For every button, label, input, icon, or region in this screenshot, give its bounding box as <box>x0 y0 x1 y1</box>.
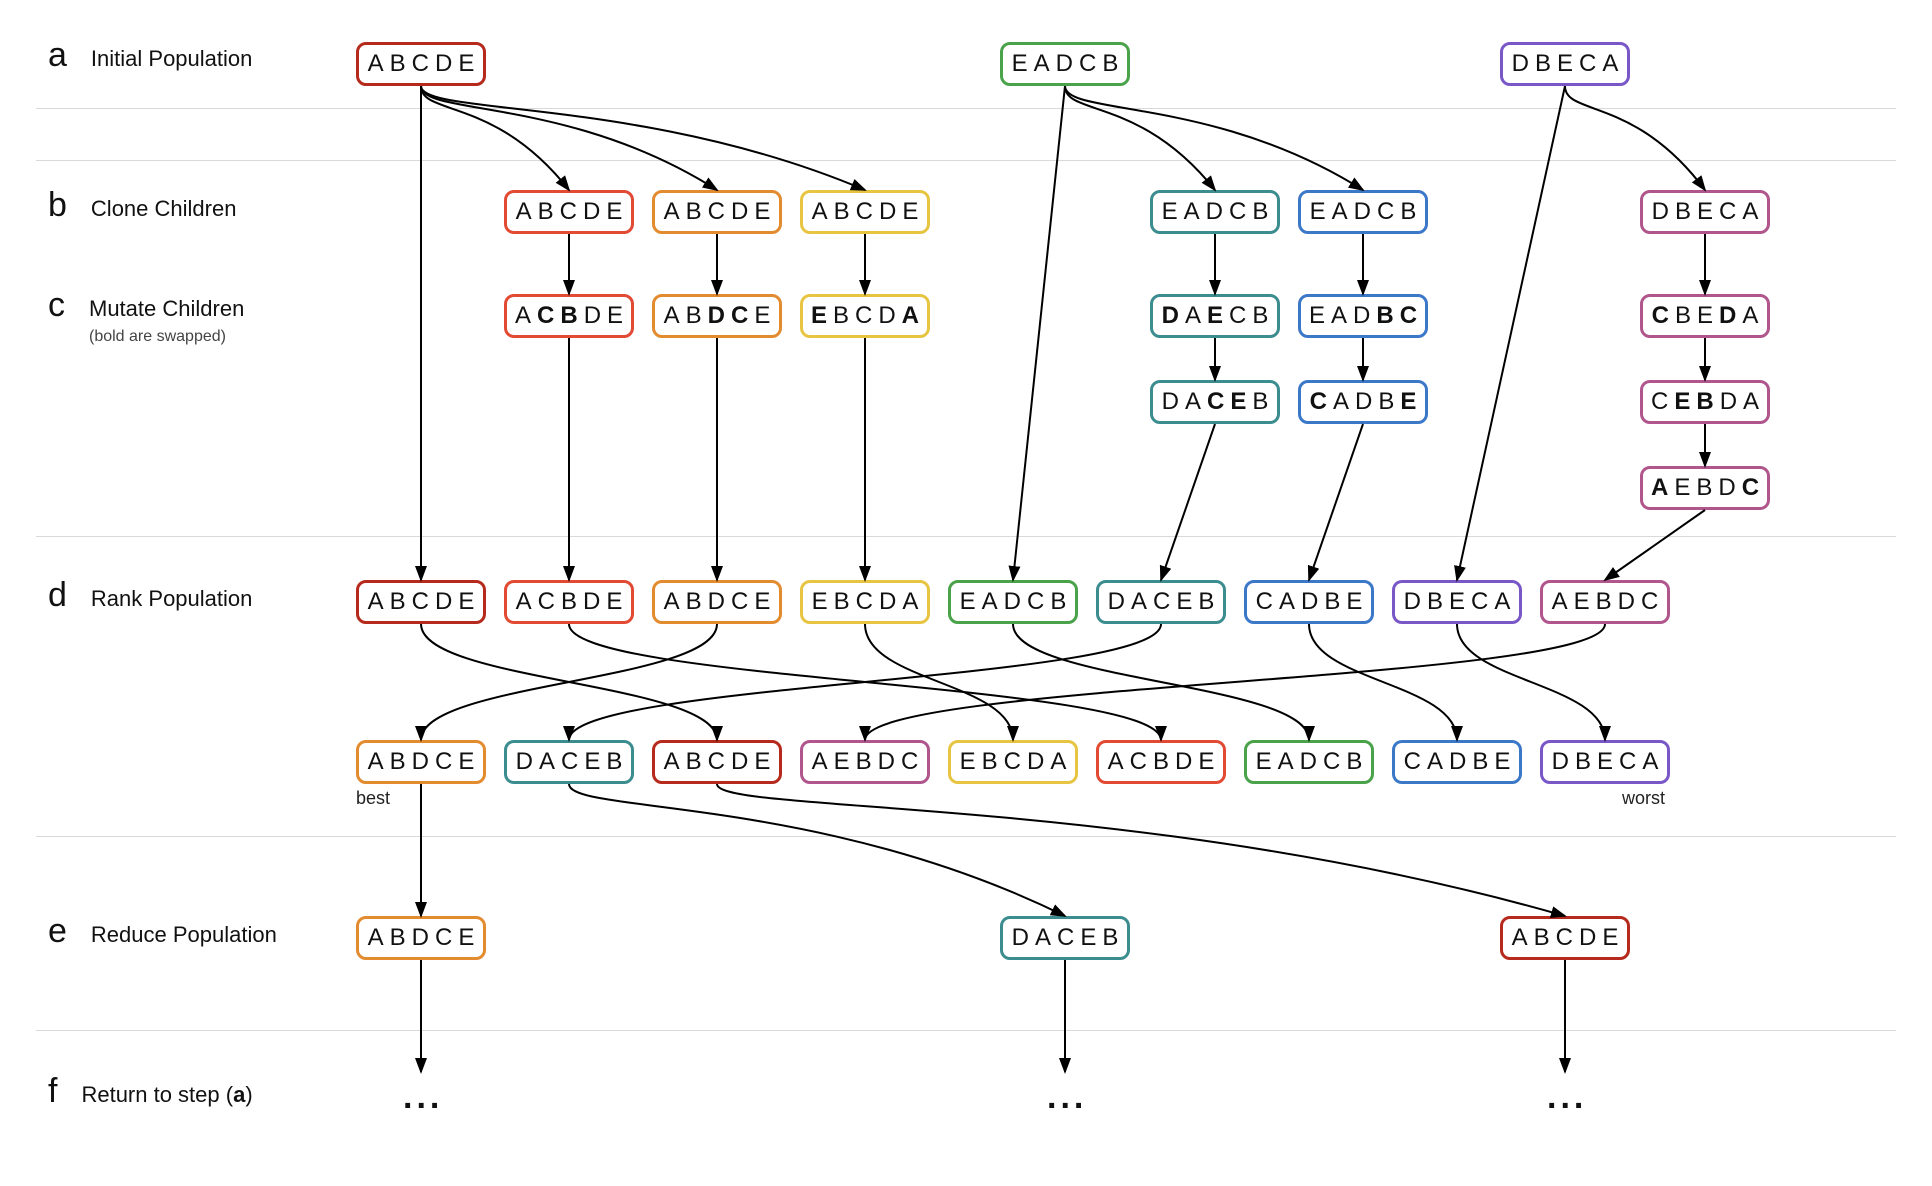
genome-a3: DBECA <box>1500 42 1630 86</box>
step-title: Return to step (a) <box>81 1082 252 1108</box>
genome-c4b: DACEB <box>1150 380 1280 424</box>
step-letter: e <box>48 912 67 951</box>
arrow <box>421 86 717 190</box>
genome-e2: DACEB <box>1000 916 1130 960</box>
step-title: Mutate Children <box>89 296 244 322</box>
genome-r1: ABDCE <box>356 740 486 784</box>
genome-r9: DBECA <box>1540 740 1670 784</box>
step-subtitle: (bold are swapped) <box>89 328 244 346</box>
arrow <box>1309 624 1457 740</box>
divider <box>36 108 1896 109</box>
arrow <box>717 784 1565 916</box>
genome-c6c: AEBDC <box>1640 466 1770 510</box>
divider <box>36 536 1896 537</box>
genome-e3: ABCDE <box>1500 916 1630 960</box>
genome-c6: CBEDA <box>1640 294 1770 338</box>
continuation-dots: ... <box>1547 1078 1587 1117</box>
divider <box>36 1030 1896 1031</box>
genome-b5: EADCB <box>1298 190 1428 234</box>
genome-b4: EADCB <box>1150 190 1280 234</box>
genome-d3: ABDCE <box>652 580 782 624</box>
genome-c1: ACBDE <box>504 294 634 338</box>
genome-e1: ABDCE <box>356 916 486 960</box>
step-letter: f <box>48 1072 57 1111</box>
arrow <box>865 624 1013 740</box>
arrow <box>569 784 1065 916</box>
arrow <box>1457 624 1605 740</box>
genome-b2: ABCDE <box>652 190 782 234</box>
arrow <box>421 86 865 190</box>
genome-r6: ACBDE <box>1096 740 1226 784</box>
step-label-f: f Return to step (a) <box>48 1072 253 1111</box>
step-label-a: a Initial Population <box>48 36 252 75</box>
arrow <box>421 624 717 740</box>
genome-r8: CADBE <box>1392 740 1522 784</box>
genome-r3: ABCDE <box>652 740 782 784</box>
step-label-c: c Mutate Children (bold are swapped) <box>48 286 244 346</box>
genome-d6: DACEB <box>1096 580 1226 624</box>
step-letter: b <box>48 186 67 225</box>
arrow <box>421 624 717 740</box>
genome-b3: ABCDE <box>800 190 930 234</box>
arrow <box>1565 86 1705 190</box>
genome-d5: EADCB <box>948 580 1078 624</box>
step-title: Clone Children <box>91 196 237 222</box>
step-letter: a <box>48 36 67 75</box>
step-title: Reduce Population <box>91 922 277 948</box>
arrow <box>421 86 569 190</box>
arrow <box>1161 424 1215 580</box>
genome-d2: ACBDE <box>504 580 634 624</box>
genome-a1: ABCDE <box>356 42 486 86</box>
arrow <box>865 624 1605 740</box>
step-title: Rank Population <box>91 586 252 612</box>
divider <box>36 160 1896 161</box>
step-label-e: e Reduce Population <box>48 912 277 951</box>
genome-d9: AEBDC <box>1540 580 1670 624</box>
genome-d1: ABCDE <box>356 580 486 624</box>
arrow <box>569 624 1161 740</box>
arrow <box>1065 86 1363 190</box>
genome-c4: DAECB <box>1150 294 1280 338</box>
genome-d8: DBECA <box>1392 580 1522 624</box>
step-label-d: d Rank Population <box>48 576 252 615</box>
diagram-canvas: { "colors":{ "darkred":"#b52a1c", "red":… <box>0 0 1932 1186</box>
genome-c2: ABDCE <box>652 294 782 338</box>
genome-a2: EADCB <box>1000 42 1130 86</box>
genome-r7: EADCB <box>1244 740 1374 784</box>
genome-d7: CADBE <box>1244 580 1374 624</box>
genome-c6b: CEBDA <box>1640 380 1770 424</box>
arrow <box>1605 510 1705 580</box>
continuation-dots: ... <box>1047 1078 1087 1117</box>
arrow <box>1309 424 1363 580</box>
genome-r5: EBCDA <box>948 740 1078 784</box>
genome-r4: AEBDC <box>800 740 930 784</box>
step-title: Initial Population <box>91 46 252 72</box>
genome-c5: EADBC <box>1298 294 1428 338</box>
genome-r2: DACEB <box>504 740 634 784</box>
arrow <box>569 624 1161 740</box>
genome-b6: DBECA <box>1640 190 1770 234</box>
label-worst: worst <box>1622 788 1665 809</box>
genome-b1: ABCDE <box>504 190 634 234</box>
step-letter: c <box>48 286 65 325</box>
step-letter: d <box>48 576 67 615</box>
divider <box>36 836 1896 837</box>
genome-d4: EBCDA <box>800 580 930 624</box>
label-best: best <box>356 788 390 809</box>
arrow <box>1013 624 1309 740</box>
genome-c5b: CADBE <box>1298 380 1428 424</box>
step-label-b: b Clone Children <box>48 186 236 225</box>
arrow <box>1065 86 1215 190</box>
continuation-dots: ... <box>403 1078 443 1117</box>
genome-c3: EBCDA <box>800 294 930 338</box>
